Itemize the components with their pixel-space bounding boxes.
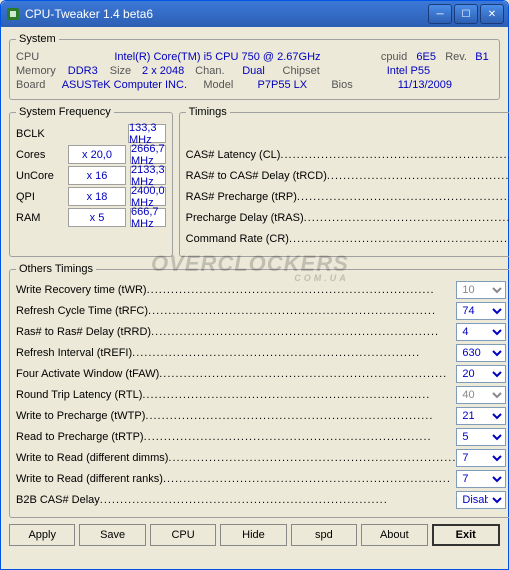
timing-select[interactable]: 40: [456, 386, 506, 404]
memory-label: Memory: [16, 65, 56, 77]
cpu-button[interactable]: CPU: [150, 524, 216, 546]
timing-select[interactable]: 20: [456, 365, 506, 383]
timing-select[interactable]: 5: [456, 428, 506, 446]
bclk-label: BCLK: [16, 128, 64, 140]
app-icon: [5, 6, 21, 22]
timing-label: Refresh Cycle Time (tRFC): [16, 305, 456, 317]
frequency-group: System Frequency BCLK 133,3 MHz Cores x …: [9, 106, 173, 257]
uncore-value: 2133,3 MHz: [130, 166, 166, 185]
about-button[interactable]: About: [361, 524, 427, 546]
cores-value: 2666,7 MHz: [130, 145, 166, 164]
button-bar: Apply Save CPU Hide spd About Exit: [9, 522, 500, 546]
uncore-label: UnCore: [16, 170, 64, 182]
cr-label: Command Rate (CR): [186, 233, 509, 245]
others-group: Others Timings Write Recovery time (tWR)…: [9, 263, 509, 518]
timing-select[interactable]: Disab.: [456, 491, 506, 509]
rev-label: Rev.: [445, 51, 467, 63]
spd-button[interactable]: spd: [291, 524, 357, 546]
timing-label: Four Activate Window (tFAW): [16, 368, 456, 380]
qpi-value: 2400,0 MHz: [130, 187, 166, 206]
board-label: Board: [16, 79, 45, 91]
size-value: 2 x 2048: [135, 65, 191, 77]
timing-select[interactable]: 10: [456, 281, 506, 299]
timing-select[interactable]: 4: [456, 323, 506, 341]
timing-select[interactable]: 21: [456, 407, 506, 425]
cl-label: CAS# Latency (CL): [186, 149, 509, 161]
titlebar: CPU-Tweaker 1.4 beta6 ─ ☐ ✕: [1, 1, 508, 27]
timing-label: Write to Read (different ranks): [16, 473, 456, 485]
timing-label: Write to Precharge (tWTP): [16, 410, 456, 422]
rev-value: B1: [471, 51, 493, 63]
save-button[interactable]: Save: [79, 524, 145, 546]
timing-label: B2B CAS# Delay: [16, 494, 456, 506]
timing-select[interactable]: 630: [456, 344, 506, 362]
ram-label: RAM: [16, 212, 64, 224]
cores-label: Cores: [16, 149, 64, 161]
close-button[interactable]: ✕: [480, 4, 504, 24]
timing-select[interactable]: 7: [456, 470, 506, 488]
trp-label: RAS# Precharge (tRP): [186, 191, 509, 203]
system-group: System CPU Intel(R) Core(TM) i5 CPU 750 …: [9, 33, 500, 100]
chan-value: Dual: [229, 65, 279, 77]
model-label: Model: [203, 79, 233, 91]
model-value: P7P55 LX: [237, 79, 327, 91]
exit-button[interactable]: Exit: [432, 524, 500, 546]
chan-label: Chan.: [195, 65, 224, 77]
bclk-value: 133,3 MHz: [128, 124, 166, 143]
timing-label: Round Trip Latency (RTL): [16, 389, 456, 401]
window-title: CPU-Tweaker 1.4 beta6: [25, 7, 426, 21]
timing-label: Read to Precharge (tRTP): [16, 431, 456, 443]
memory-value: DDR3: [60, 65, 106, 77]
uncore-mult: x 16: [68, 166, 126, 185]
others-legend: Others Timings: [16, 263, 96, 275]
chipset-value: Intel P55: [324, 65, 493, 77]
ram-mult: x 5: [68, 208, 126, 227]
apply-button[interactable]: Apply: [9, 524, 75, 546]
cpu-value: Intel(R) Core(TM) i5 CPU 750 @ 2.67GHz: [58, 51, 377, 63]
timing-select[interactable]: 74: [456, 302, 506, 320]
chipset-label: Chipset: [283, 65, 320, 77]
minimize-button[interactable]: ─: [428, 4, 452, 24]
cores-mult: x 20,0: [68, 145, 126, 164]
maximize-button[interactable]: ☐: [454, 4, 478, 24]
bios-label: Bios: [331, 79, 352, 91]
timing-label: Write to Read (different dimms): [16, 452, 456, 464]
timing-label: Refresh Interval (tREFI): [16, 347, 456, 359]
tras-label: Precharge Delay (tRAS): [186, 212, 509, 224]
qpi-mult: x 18: [68, 187, 126, 206]
timing-label: Write Recovery time (tWR): [16, 284, 456, 296]
trcd-label: RAS# to CAS# Delay (tRCD): [186, 170, 509, 182]
timing-select[interactable]: 7: [456, 449, 506, 467]
ram-value: 666,7 MHz: [130, 208, 166, 227]
frequency-legend: System Frequency: [16, 106, 114, 118]
cpuid-label: cpuid: [381, 51, 407, 63]
system-legend: System: [16, 33, 59, 45]
hide-button[interactable]: Hide: [220, 524, 286, 546]
qpi-label: QPI: [16, 191, 64, 203]
board-value: ASUSTeK Computer INC.: [49, 79, 199, 91]
timings-group: Timings Channel(s) A B CAS# Latency (CL)…: [179, 106, 509, 257]
cpuid-value: 6E5: [411, 51, 441, 63]
timings-legend: Timings: [186, 106, 230, 118]
size-label: Size: [110, 65, 131, 77]
bios-value: 11/13/2009: [357, 79, 493, 91]
cpu-label: CPU: [16, 51, 54, 63]
timing-label: Ras# to Ras# Delay (tRRD): [16, 326, 456, 338]
